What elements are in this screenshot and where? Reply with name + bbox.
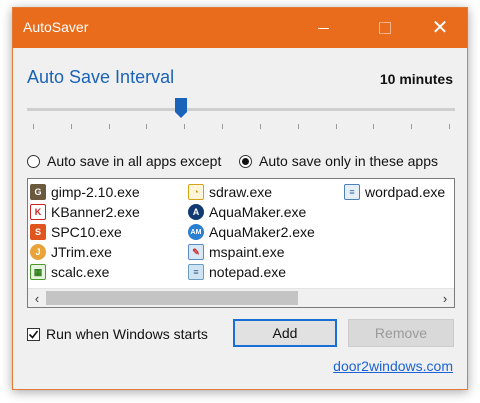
calc-icon: ▦	[30, 264, 46, 280]
apps-list[interactable]: G gimp-2.10.exe K KBanner2.exe S SPC10.e…	[27, 178, 455, 308]
scroll-right-icon[interactable]: ›	[436, 289, 454, 307]
list-item[interactable]: AM AquaMaker2.exe	[188, 222, 315, 242]
scroll-left-icon[interactable]: ‹	[28, 289, 46, 307]
list-item[interactable]: ▦ scalc.exe	[30, 262, 109, 282]
interval-slider[interactable]	[27, 96, 455, 136]
slider-tick	[260, 124, 261, 129]
checkmark-icon	[28, 330, 39, 339]
aquamaker2-icon: AM	[188, 224, 204, 240]
paint-icon: ✎	[188, 244, 204, 260]
list-item[interactable]: ✎ mspaint.exe	[188, 242, 284, 262]
scrollbar-thumb[interactable]	[46, 291, 298, 305]
slider-tick	[33, 124, 34, 129]
autosaver-window: AutoSaver ✕ Auto Save Interval 10 minute…	[12, 7, 468, 390]
title-bar[interactable]: AutoSaver ✕	[13, 8, 467, 48]
list-item[interactable]: A AquaMaker.exe	[188, 202, 306, 222]
run-on-startup-option[interactable]: Run when Windows starts	[27, 326, 208, 342]
gimp-icon: G	[30, 184, 46, 200]
draw-icon: ◔	[188, 184, 204, 200]
radio-circle[interactable]	[27, 154, 40, 168]
close-button[interactable]: ✕	[417, 8, 463, 48]
slider-track[interactable]	[27, 108, 455, 111]
wordpad-icon: ≡	[344, 184, 360, 200]
list-item[interactable]: ≡ notepad.exe	[188, 262, 286, 282]
spc-icon: S	[30, 224, 46, 240]
list-item[interactable]: ◔ sdraw.exe	[188, 182, 272, 202]
slider-tick	[373, 124, 374, 129]
slider-tick	[71, 124, 72, 129]
slider-tick	[449, 124, 450, 129]
close-icon: ✕	[431, 17, 449, 39]
slider-tick	[146, 124, 147, 129]
slider-thumb[interactable]	[174, 97, 188, 119]
list-item[interactable]: J JTrim.exe	[30, 242, 112, 262]
add-button[interactable]: Add	[233, 319, 337, 347]
maximize-button	[362, 8, 408, 48]
website-link[interactable]: door2windows.com	[333, 358, 453, 374]
radio-label: Auto save only in these apps	[259, 153, 439, 169]
slider-tick	[336, 124, 337, 129]
radio-only-these-apps[interactable]: Auto save only in these apps	[239, 153, 438, 169]
slider-tick	[411, 124, 412, 129]
remove-button: Remove	[348, 319, 454, 347]
interval-value: 10 minutes	[379, 71, 453, 87]
horizontal-scrollbar[interactable]: ‹ ›	[28, 288, 454, 307]
slider-tick	[184, 124, 185, 129]
list-item[interactable]: ≡ wordpad.exe	[344, 182, 445, 202]
slider-tick	[109, 124, 110, 129]
mode-options: Auto save in all apps except Auto save o…	[27, 153, 461, 173]
window-title: AutoSaver	[23, 19, 89, 35]
interval-heading: Auto Save Interval	[27, 67, 175, 87]
aquamaker-icon: A	[188, 204, 204, 220]
run-on-startup-checkbox[interactable]	[27, 327, 40, 341]
maximize-icon	[379, 22, 391, 34]
list-item[interactable]: S SPC10.exe	[30, 222, 122, 242]
list-item[interactable]: G gimp-2.10.exe	[30, 182, 140, 202]
minimize-icon	[317, 27, 329, 29]
slider-tick	[222, 124, 223, 129]
list-item[interactable]: K KBanner2.exe	[30, 202, 140, 222]
radio-circle[interactable]	[239, 154, 252, 168]
slider-tick	[298, 124, 299, 129]
jtrim-icon: J	[30, 244, 46, 260]
notepad-icon: ≡	[188, 264, 204, 280]
radio-all-apps-except[interactable]: Auto save in all apps except	[27, 153, 221, 169]
radio-label: Auto save in all apps except	[47, 153, 222, 169]
minimize-button[interactable]	[300, 8, 346, 48]
run-on-startup-label: Run when Windows starts	[46, 326, 208, 342]
kbanner-icon: K	[30, 204, 46, 220]
